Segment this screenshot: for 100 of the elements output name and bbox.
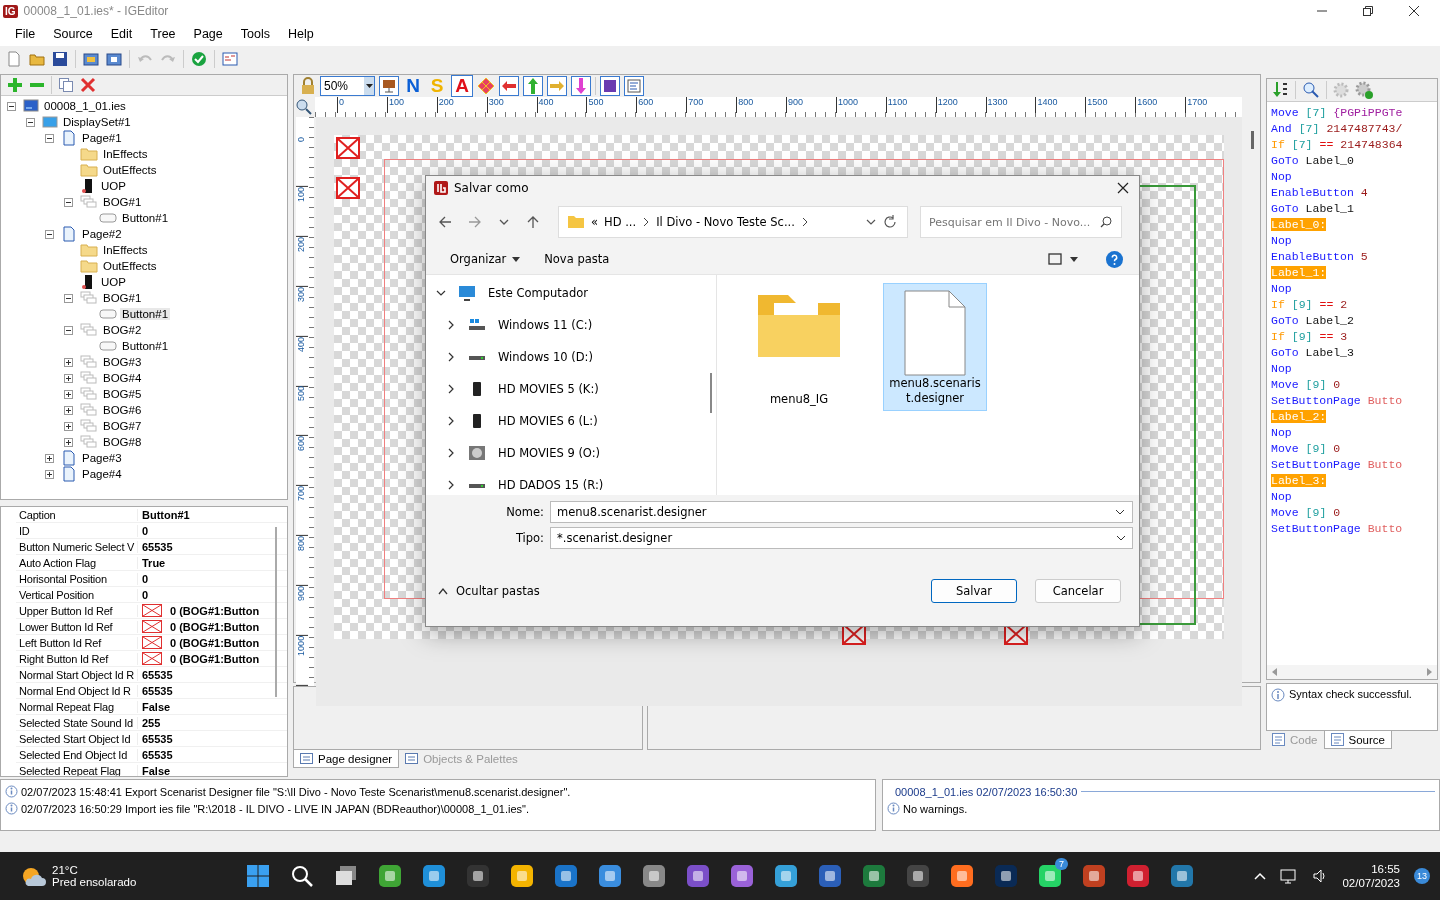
expander-toggle[interactable] [64, 437, 73, 447]
expander-toggle[interactable] [64, 373, 73, 383]
save-button[interactable]: Salvar [931, 578, 1017, 603]
hierarchy-node[interactable]: BOG#8 [101, 436, 144, 448]
hierarchy-node[interactable]: Page#2 [80, 228, 124, 240]
nav-item[interactable]: HD MOVIES 5 (K:) [498, 382, 599, 396]
taskbar-app-icon[interactable] [554, 864, 578, 888]
delete-icon[interactable] [80, 77, 96, 93]
hierarchy-node[interactable]: BOG#4 [101, 372, 144, 384]
menu-item[interactable]: File [6, 27, 45, 41]
tab[interactable]: Page designer [293, 750, 400, 768]
hierarchy-node[interactable]: UOP [99, 180, 128, 192]
property-value[interactable]: 0 [142, 588, 149, 601]
export-icon[interactable] [106, 51, 122, 67]
hierarchy-node[interactable]: BOG#1 [101, 196, 144, 208]
view-icon[interactable] [1048, 253, 1062, 265]
save-icon[interactable] [52, 51, 68, 67]
taskbar-app-icon[interactable] [1170, 864, 1194, 888]
organize-menu[interactable]: Organizar [442, 249, 529, 269]
hierarchy-node[interactable]: Page#1 [80, 132, 124, 144]
chevron-right-icon[interactable] [642, 217, 651, 227]
hierarchy-node[interactable]: BOG#6 [101, 404, 144, 416]
hierarchy-node[interactable]: Page#3 [80, 452, 124, 464]
expander-toggle[interactable] [64, 389, 73, 399]
missing-image-icon[interactable] [336, 137, 360, 159]
property-value[interactable]: 0 [142, 572, 149, 585]
binary-download-icon[interactable] [1271, 81, 1289, 99]
hierarchy-node[interactable]: InEffects [101, 148, 150, 160]
explorer-entry[interactable]: menu8_IG [747, 283, 851, 411]
scroll-left-icon[interactable] [1271, 668, 1279, 676]
nav-item[interactable]: HD MOVIES 6 (L:) [498, 414, 598, 428]
property-value[interactable]: True [142, 556, 166, 569]
hierarchy-node[interactable]: Page#4 [80, 468, 124, 480]
taskbar-app-icon[interactable] [598, 864, 622, 888]
nav-item[interactable]: Windows 10 (D:) [498, 350, 593, 364]
nav-item[interactable]: HD DADOS 15 (R:) [498, 478, 604, 492]
taskbar-app-icon[interactable] [378, 864, 402, 888]
back-arrow-icon[interactable] [438, 215, 452, 229]
expander-chevron-icon[interactable] [446, 352, 456, 362]
expander-toggle[interactable] [45, 453, 54, 463]
menu-item[interactable]: Page [184, 27, 232, 41]
menu-item[interactable]: Edit [101, 27, 142, 41]
expander-chevron-icon[interactable] [446, 416, 456, 426]
network-icon[interactable] [1280, 868, 1299, 884]
expander-chevron-icon[interactable] [446, 320, 456, 330]
taskbar-app-icon[interactable] [1126, 864, 1150, 888]
zoom-icon[interactable] [295, 98, 313, 116]
notification-badge[interactable]: 13 [1414, 868, 1430, 884]
check-icon[interactable] [191, 51, 207, 67]
address-bar[interactable]: « HD ... Il Divo - Novo Teste Sc... [558, 206, 908, 238]
taskbar-app-icon[interactable] [862, 864, 886, 888]
hierarchy-node[interactable]: OutEffects [101, 164, 159, 176]
import-icon[interactable] [83, 51, 99, 67]
property-value[interactable]: 0 [142, 524, 149, 537]
layer-toggle[interactable]: N [403, 76, 423, 96]
arrow-up-icon[interactable] [523, 76, 543, 96]
image-icon[interactable] [600, 76, 620, 96]
expander-toggle[interactable] [64, 421, 73, 431]
property-value[interactable]: 65535 [142, 748, 173, 761]
menu-item[interactable]: Source [44, 27, 102, 41]
property-value[interactable]: 65535 [142, 684, 173, 697]
open-folder-icon[interactable] [29, 51, 45, 67]
arrow-down-icon[interactable] [571, 76, 591, 96]
copy-icon[interactable] [58, 77, 74, 93]
property-value[interactable]: Button#1 [142, 508, 190, 521]
chevron-right-icon[interactable] [800, 217, 809, 227]
scrollbar-thumb[interactable] [710, 373, 712, 413]
scrollbar-thumb[interactable] [1251, 131, 1254, 149]
expander-chevron-icon[interactable] [446, 448, 456, 458]
nav-item[interactable]: HD MOVIES 9 (O:) [498, 446, 601, 460]
breadcrumb-item[interactable]: HD ... [604, 215, 637, 229]
explorer-entry[interactable]: menu8.scenarist.designer [883, 283, 987, 411]
refresh-icon[interactable] [883, 215, 897, 229]
taskbar-app-icon[interactable] [950, 864, 974, 888]
search-field[interactable]: Pesquisar em Il Divo - Novo... [920, 206, 1122, 238]
hierarchy-node[interactable]: BOG#3 [101, 356, 144, 368]
taskbar-app-icon[interactable] [686, 864, 710, 888]
restore-icon[interactable] [1362, 5, 1374, 17]
gear-add-icon[interactable] [1355, 81, 1373, 99]
new-folder-button[interactable]: Nova pasta [536, 249, 618, 269]
list-icon[interactable] [624, 76, 644, 96]
search-icon[interactable] [290, 864, 314, 888]
zoom-dropdown[interactable]: 50% [320, 76, 375, 96]
arrow-left-icon[interactable] [499, 76, 519, 96]
hierarchy-node[interactable]: BOG#1 [101, 292, 144, 304]
hide-folders-link[interactable]: Ocultar pastas [456, 583, 540, 598]
property-value[interactable]: 0 (BOG#1:Button [170, 604, 260, 617]
hierarchy-node[interactable]: Button#1 [120, 340, 171, 352]
cancel-button[interactable]: Cancelar [1035, 578, 1121, 603]
clock-date[interactable]: 02/07/2023 [1342, 877, 1400, 889]
start-icon[interactable] [246, 864, 270, 888]
expander-toggle[interactable] [64, 325, 73, 335]
property-value[interactable]: 0 (BOG#1:Button [170, 636, 260, 649]
hierarchy-node[interactable]: Button#1 [120, 308, 171, 320]
menu-item[interactable]: Help [278, 27, 323, 41]
taskbar-app-icon[interactable] [1082, 864, 1106, 888]
property-value[interactable]: False [142, 700, 171, 713]
arrow-right-icon[interactable] [547, 76, 567, 96]
taskbar-app-icon[interactable] [994, 864, 1018, 888]
property-value[interactable]: 65535 [142, 668, 173, 681]
